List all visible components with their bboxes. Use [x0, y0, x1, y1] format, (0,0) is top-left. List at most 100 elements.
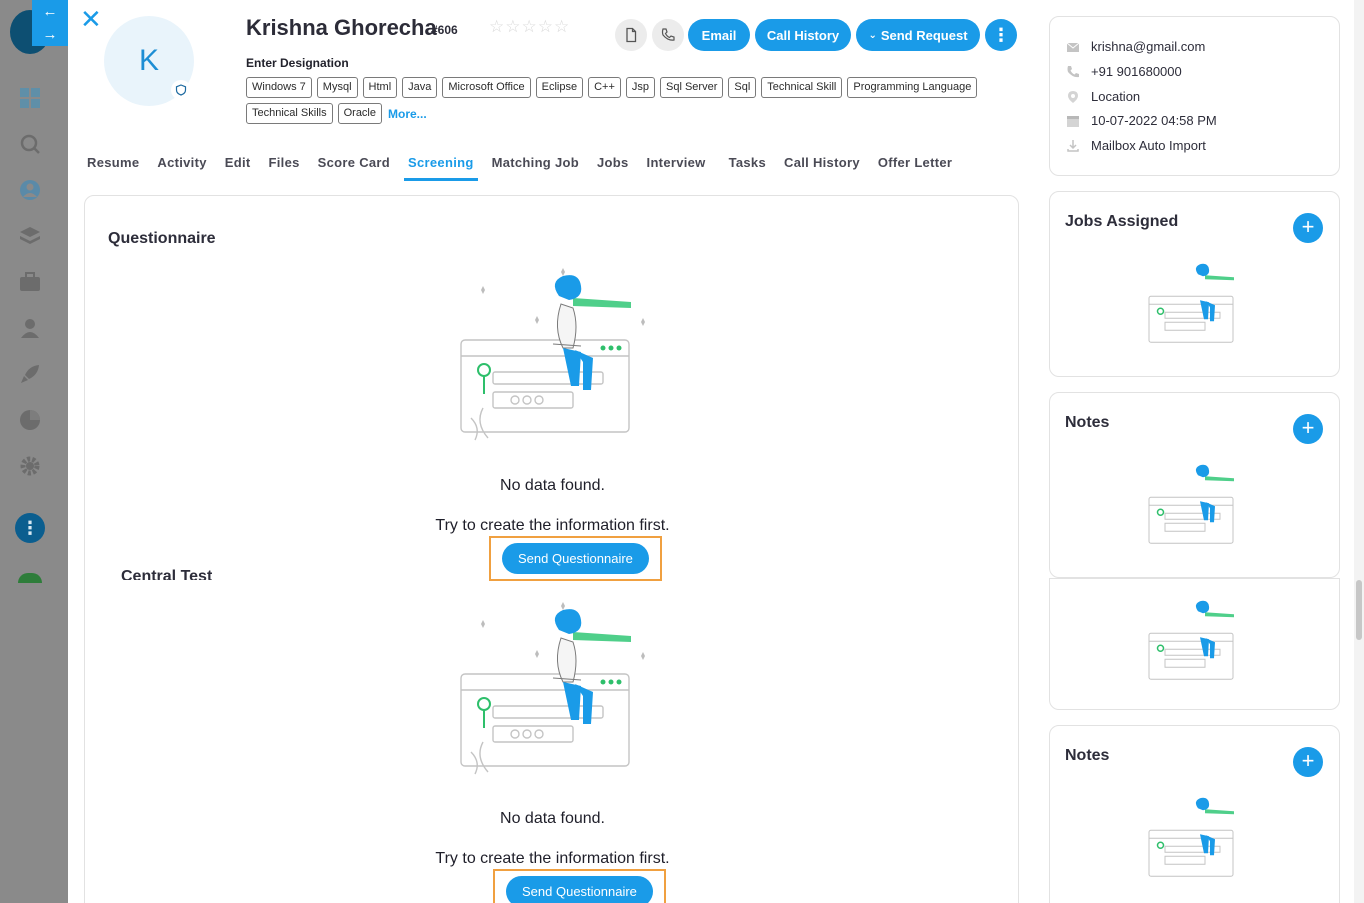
more-skills-link[interactable]: More...	[388, 107, 427, 121]
questionnaire-send-highlight: Send Questionnaire	[489, 536, 662, 581]
empty-state-illustration	[1148, 263, 1234, 343]
page-scrollbar[interactable]	[1354, 0, 1364, 903]
add-note-button[interactable]: +	[1293, 414, 1323, 444]
arrow-left-icon[interactable]: ←	[43, 4, 58, 19]
email-text: krishna@gmail.com	[1091, 39, 1206, 54]
tab-resume[interactable]: Resume	[87, 150, 139, 178]
tab-call-history[interactable]: Call History	[784, 150, 860, 178]
extra-card	[1049, 578, 1340, 710]
star-icon[interactable]: ☆	[538, 18, 553, 35]
skill-tag: Mysql	[316, 77, 358, 98]
shield-icon	[171, 80, 191, 100]
skill-tag: Html	[362, 77, 398, 98]
tab-files[interactable]: Files	[269, 150, 300, 178]
document-button[interactable]	[615, 19, 647, 51]
send-request-label: Send Request	[880, 27, 968, 43]
skill-tag: Windows 7	[246, 77, 312, 98]
phone-text: +91 901680000	[1091, 64, 1182, 79]
skill-tag: Sql	[728, 77, 757, 98]
calendar-icon	[1066, 114, 1080, 128]
star-icon[interactable]: ☆	[554, 18, 569, 35]
candidate-detail-panel: ✕ ← → K Krishna Ghorecha #606 ☆ ☆ ☆ ☆ ☆ …	[68, 0, 1354, 903]
arrow-right-icon[interactable]: →	[43, 27, 58, 42]
document-icon	[626, 27, 637, 43]
tab-matching-job[interactable]: Matching Job	[492, 150, 579, 178]
gear-icon[interactable]	[18, 454, 42, 478]
mail-icon	[1066, 40, 1080, 54]
layers-icon[interactable]	[18, 224, 42, 248]
screening-card: Questionnaire No data found. Try to crea…	[84, 195, 1019, 903]
contact-phone[interactable]: +91 901680000	[1066, 64, 1182, 79]
send-questionnaire-button[interactable]: Send Questionnaire	[502, 543, 649, 574]
call-button[interactable]	[652, 19, 684, 51]
jobs-assigned-card: Jobs Assigned +	[1049, 191, 1340, 377]
email-button[interactable]: Email	[688, 19, 750, 51]
date-text: 10-07-2022 04:58 PM	[1091, 113, 1217, 128]
location-pin-icon	[1066, 90, 1080, 104]
more-menu-icon[interactable]: ⋮	[15, 513, 45, 543]
skill-tag: Programming Language	[847, 77, 978, 98]
send-questionnaire-button[interactable]: Send Questionnaire	[506, 876, 653, 903]
star-icon[interactable]: ☆	[489, 18, 504, 35]
tab-screening[interactable]: Screening	[404, 150, 478, 181]
empty-state-illustration	[1148, 464, 1234, 544]
notes-card: Notes +	[1049, 392, 1340, 578]
download-icon	[1066, 139, 1080, 153]
dashboard-icon[interactable]	[18, 86, 42, 110]
skill-tag: Eclipse	[535, 77, 584, 98]
rating-stars[interactable]: ☆ ☆ ☆ ☆ ☆	[489, 18, 569, 35]
central-test-title: Central Test	[121, 568, 213, 580]
tab-interview[interactable]: Interview	[647, 150, 706, 178]
candidate-id: #606	[431, 23, 458, 37]
profile-tabs: Resume Activity Edit Files Score Card Sc…	[87, 150, 970, 182]
designation[interactable]: Enter Designation	[246, 56, 349, 70]
call-history-button[interactable]: Call History	[755, 19, 851, 51]
questionnaire-empty-title: No data found.	[500, 477, 605, 494]
more-actions-button[interactable]: ⋮	[985, 19, 1017, 51]
central-test-empty-subtitle: Try to create the information first.	[435, 850, 670, 867]
rocket-icon[interactable]	[18, 362, 42, 386]
star-icon[interactable]: ☆	[522, 18, 537, 35]
tab-activity[interactable]: Activity	[157, 150, 206, 178]
skill-tag: Technical Skills	[246, 103, 333, 124]
phone-icon	[1066, 65, 1080, 79]
questionnaire-empty-subtitle: Try to create the information first.	[435, 517, 670, 534]
skill-tag: Java	[402, 77, 438, 98]
scrollbar-thumb[interactable]	[1356, 580, 1362, 640]
empty-state-illustration	[1148, 797, 1234, 877]
user-icon[interactable]	[18, 316, 42, 340]
send-request-button[interactable]: ⌄ Send Request	[856, 19, 980, 51]
candidates-icon[interactable]	[18, 178, 42, 202]
source-text: Mailbox Auto Import	[1091, 138, 1206, 153]
contact-email[interactable]: krishna@gmail.com	[1066, 39, 1205, 54]
skill-tag: Oracle	[337, 103, 382, 124]
close-icon[interactable]: ✕	[80, 6, 102, 32]
notes-title: Notes	[1065, 747, 1110, 764]
skill-tag: C++	[588, 77, 621, 98]
add-job-button[interactable]: +	[1293, 213, 1323, 243]
chevron-down-icon: ⌄	[868, 29, 877, 41]
status-indicator	[18, 573, 42, 583]
search-icon[interactable]	[18, 132, 42, 156]
tab-offer-letter[interactable]: Offer Letter	[878, 150, 952, 178]
add-note-button[interactable]: +	[1293, 747, 1323, 777]
questionnaire-title: Questionnaire	[108, 230, 216, 247]
avatar-initial: K	[138, 44, 159, 77]
notes-title: Notes	[1065, 414, 1110, 431]
skill-tag: Microsoft Office	[442, 77, 531, 98]
skill-tag: Jsp	[625, 77, 655, 98]
tab-score-card[interactable]: Score Card	[318, 150, 390, 178]
tab-tasks[interactable]: Tasks	[729, 150, 766, 178]
briefcase-icon[interactable]	[18, 270, 42, 294]
tab-jobs[interactable]: Jobs	[597, 150, 629, 178]
empty-state-illustration	[460, 602, 645, 775]
app-sidebar: ⋮	[0, 0, 68, 903]
skills-list: Windows 7 Mysql Html Java Microsoft Offi…	[246, 77, 1006, 124]
tab-edit[interactable]: Edit	[225, 150, 251, 178]
contact-info-card: krishna@gmail.com +91 901680000 Location…	[1049, 16, 1340, 176]
star-icon[interactable]: ☆	[505, 18, 520, 35]
pie-chart-icon[interactable]	[18, 408, 42, 432]
contact-date: 10-07-2022 04:58 PM	[1066, 113, 1217, 128]
skill-tag: Sql Server	[660, 77, 724, 98]
contact-location: Location	[1066, 89, 1140, 104]
